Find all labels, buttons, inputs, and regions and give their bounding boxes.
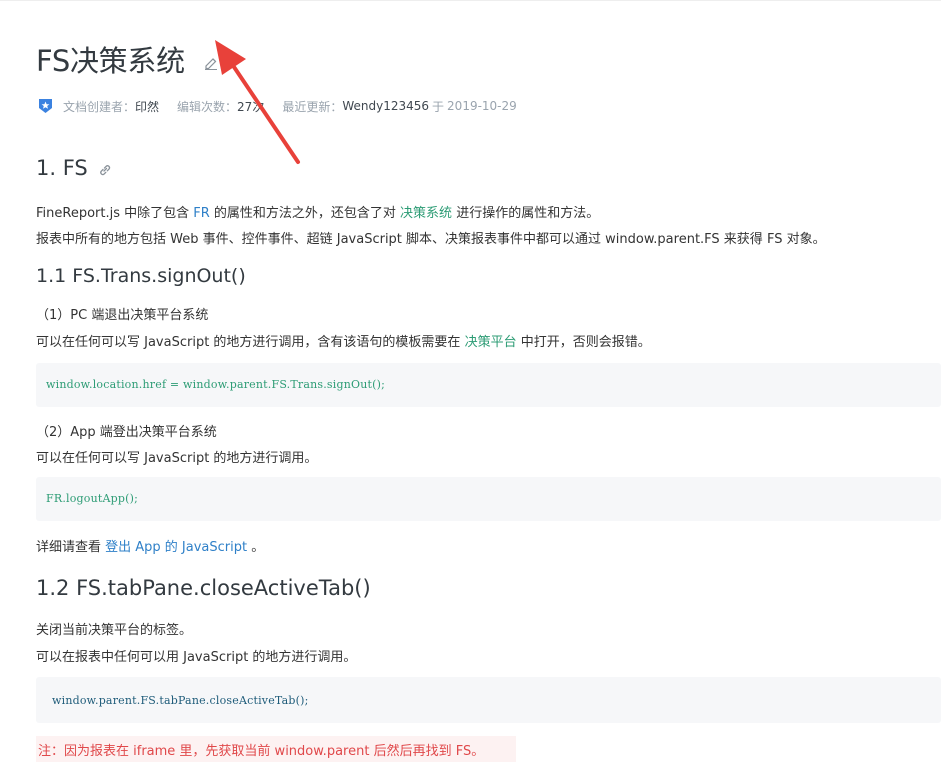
updated-by[interactable]: Wendy123456	[342, 99, 429, 113]
code-block-signout[interactable]: window.location.href = window.parent.FS.…	[36, 363, 941, 407]
link-logout-app-js[interactable]: 登出 App 的 JavaScript	[105, 540, 247, 555]
link-decision-platform[interactable]: 决策平台	[465, 335, 517, 350]
edits-value: 27次	[237, 99, 265, 114]
code-signout: window.location.href = window.parent.FS.…	[46, 378, 386, 391]
pc-signout-title: （1）PC 端退出决策平台系统	[36, 308, 209, 323]
app-logout-title: （2）App 端登出决策平台系统	[36, 425, 217, 440]
warning-note-text: 注：因为报表在 iframe 里，先获取当前 window.parent 后然后…	[38, 743, 485, 759]
link-fr[interactable]: FR	[193, 206, 210, 221]
subsection-heading-close-tab: 1.2 FS.tabPane.closeActiveTab()	[36, 576, 371, 600]
section-heading-fs: 1. FS	[36, 156, 112, 180]
link-decision-system[interactable]: 决策系统	[400, 206, 452, 221]
detail-paragraph: 详细请查看 登出 App 的 JavaScript 。	[36, 536, 264, 555]
intro-text-pre: FineReport.js 中除了包含	[36, 206, 194, 221]
warning-note: 注：因为报表在 iframe 里，先获取当前 window.parent 后然后…	[36, 736, 516, 762]
detail-post: 。	[247, 540, 265, 555]
code-block-logout-app[interactable]: FR.logoutApp();	[36, 477, 941, 521]
pc-desc-pre: 可以在任何可以写 JavaScript 的地方进行调用，含有该语句的模板需要在	[36, 335, 465, 350]
link-chain-icon[interactable]	[98, 163, 112, 177]
code-logout-app: FR.logoutApp();	[46, 492, 139, 505]
pc-signout-desc: 可以在任何可以写 JavaScript 的地方进行调用，含有该语句的模板需要在 …	[36, 331, 651, 350]
section-heading-text: 1. FS	[36, 156, 88, 180]
updated-date: 2019-10-29	[447, 99, 517, 113]
code-block-close-tab[interactable]: window.parent.FS.tabPane.closeActiveTab(…	[36, 677, 941, 723]
doc-meta: 文档创建者： 印然 编辑次数： 27次 最近更新： Wendy123456 于 …	[36, 96, 517, 116]
intro-text-post: 进行操作的属性和方法。	[452, 206, 600, 221]
intro-paragraph-1: FineReport.js 中除了包含 FR 的属性和方法之外，还包含了对 决策…	[36, 202, 599, 221]
app-logout-desc: 可以在任何可以写 JavaScript 的地方进行调用。	[36, 451, 318, 466]
top-divider	[0, 0, 941, 1]
subsection-heading-signout: 1.1 FS.Trans.signOut()	[36, 265, 246, 287]
page-title: FS决策系统	[36, 44, 185, 78]
creator-value[interactable]: 印然	[135, 98, 159, 115]
detail-pre: 详细请查看	[36, 540, 106, 555]
close-tab-desc-1: 关闭当前决策平台的标签。	[36, 623, 193, 638]
pc-desc-post: 中打开，否则会报错。	[516, 335, 651, 350]
intro-paragraph-2: 报表中所有的地方包括 Web 事件、控件事件、超链 JavaScript 脚本、…	[36, 232, 826, 247]
intro-text-mid: 的属性和方法之外，还包含了对	[209, 206, 401, 221]
creator-label: 文档创建者：	[63, 99, 136, 114]
code-close-tab: window.parent.FS.tabPane.closeActiveTab(…	[52, 694, 309, 707]
pencil-edit-icon[interactable]	[204, 54, 218, 70]
updated-separator: 于	[432, 99, 445, 114]
updated-label: 最近更新：	[282, 99, 343, 114]
shield-star-icon	[39, 99, 52, 113]
close-tab-desc-2: 可以在报表中任何可以用 JavaScript 的地方进行调用。	[36, 650, 357, 665]
edits-label: 编辑次数：	[177, 99, 238, 114]
